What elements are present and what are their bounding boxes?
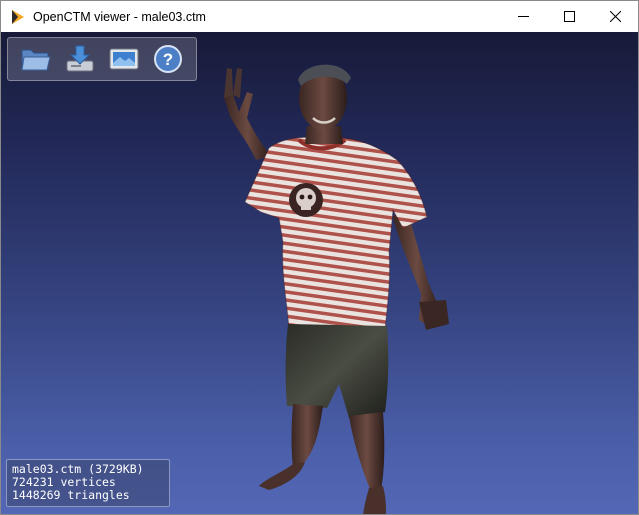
- open-folder-icon: [21, 49, 51, 71]
- svg-text:?: ?: [163, 50, 173, 69]
- save-file-button[interactable]: [63, 42, 97, 76]
- 3d-human-model: [224, 64, 449, 514]
- maximize-icon: [563, 11, 575, 22]
- 3d-viewport[interactable]: ? male03.ctm (3729KB) 724231 vertices 14…: [1, 32, 638, 514]
- close-icon: [609, 11, 621, 22]
- window-title: OpenCTM viewer - male03.ctm: [33, 9, 206, 24]
- window-controls: [500, 1, 638, 32]
- texture-button[interactable]: [107, 42, 141, 76]
- maximize-button[interactable]: [546, 1, 592, 32]
- triangle-count-text: 1448269 triangles: [12, 488, 130, 502]
- texture-icon: [109, 48, 139, 70]
- help-icon: ?: [154, 45, 182, 73]
- minimize-button[interactable]: [500, 1, 546, 32]
- help-button[interactable]: ?: [151, 42, 185, 76]
- save-icon: [66, 45, 94, 72]
- title-bar[interactable]: OpenCTM viewer - male03.ctm: [1, 1, 638, 32]
- toolbar: ?: [7, 37, 197, 81]
- play-triangle-icon: [10, 9, 26, 25]
- open-file-button[interactable]: [19, 42, 53, 76]
- model-info-panel: male03.ctm (3729KB) 724231 vertices 1448…: [6, 459, 170, 507]
- close-button[interactable]: [592, 1, 638, 32]
- app-window: OpenCTM viewer - male03.ctm ? male03.ctm…: [0, 0, 639, 515]
- minimize-icon: [517, 16, 529, 17]
